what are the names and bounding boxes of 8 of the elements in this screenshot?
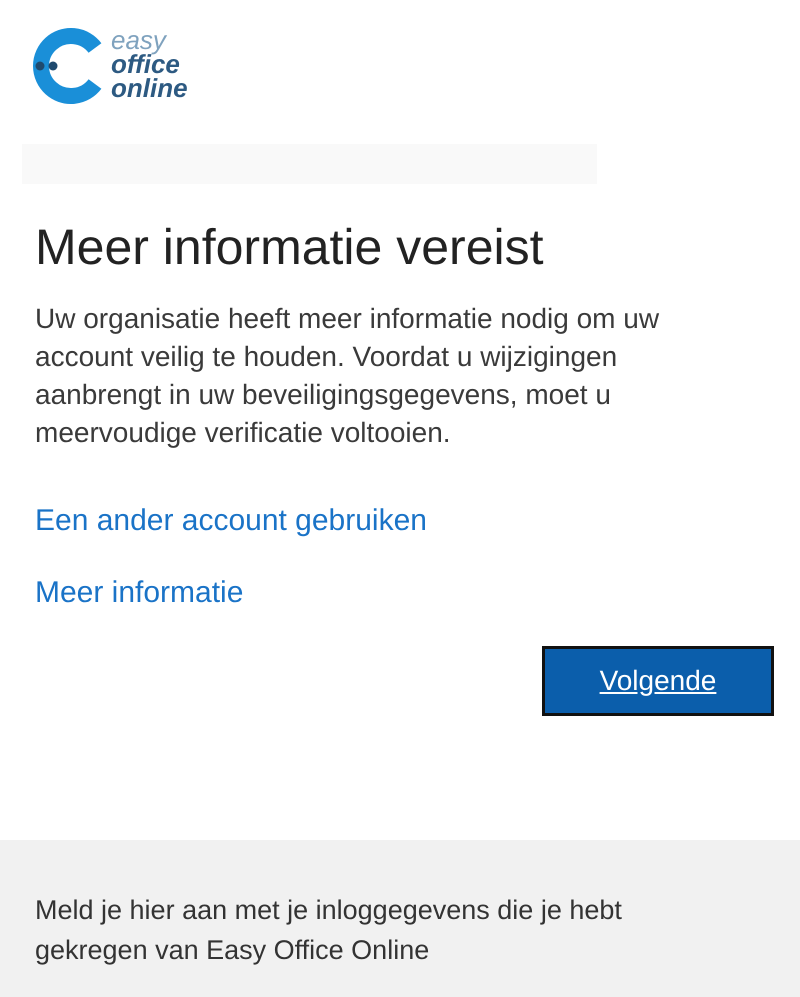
text-link[interactable]: Een ander account gebruiken <box>35 504 427 538</box>
description-text: Uw organisatie heeft meer informatie nodig om uw account veilig te houden. Voordat u wijzigingen aanbrengt in uw beveiligingsgegevens, moet u meervoudige verificatie voltooien. <box>35 302 660 450</box>
page-title: Meer informatie vereist <box>35 218 544 276</box>
logo-text: online <box>111 76 188 100</box>
next-button[interactable]: Volgende <box>542 646 774 716</box>
footer-text: Meld je hier aan met je inloggegevens die je hebt gekregen van Easy Office Online <box>35 894 623 967</box>
logo-text: easy <box>111 28 167 52</box>
text-link[interactable]: Meer informatie <box>35 576 244 610</box>
